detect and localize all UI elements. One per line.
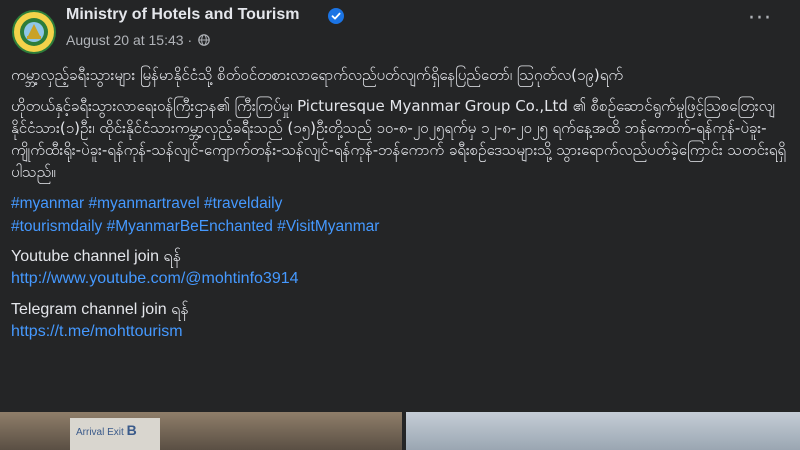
verified-badge-icon xyxy=(328,8,344,24)
post-meta: August 20 at 15:43 · xyxy=(66,32,210,48)
more-options-icon[interactable]: ··· xyxy=(740,6,780,36)
arrival-sign-letter: B xyxy=(126,422,137,438)
youtube-label: Youtube channel join ရန် xyxy=(11,248,181,265)
page-avatar[interactable] xyxy=(12,10,56,54)
photo-pagoda[interactable] xyxy=(406,412,800,450)
telegram-link[interactable]: https://t.me/mohttourism xyxy=(11,321,791,343)
post-timestamp[interactable]: August 20 at 15:43 xyxy=(66,32,184,48)
ministry-logo-icon xyxy=(15,13,53,51)
page-name-link[interactable]: Ministry of Hotels and Tourism xyxy=(66,6,300,24)
globe-icon[interactable] xyxy=(198,34,210,46)
meta-separator: · xyxy=(187,32,193,48)
hashtag-line-2[interactable]: #tourismdaily #MyanmarBeEnchanted #Visit… xyxy=(11,215,791,238)
post-headline: ကမ္ဘာ့လှည့်ခရီးသွားများ မြန်မာနိုင်ငံသို… xyxy=(11,66,624,84)
post-description: ဟိုတယ်နှင့်ခရီးသွားလာရေးဝန်ကြီးဌာန၏ ကြီး… xyxy=(11,97,786,181)
photo-airport-arrival[interactable]: Arrival Exit B xyxy=(0,412,402,450)
youtube-link[interactable]: http://www.youtube.com/@mohtinfo3914 xyxy=(11,268,791,290)
arrival-sign-text: Arrival Exit xyxy=(76,427,124,438)
arrival-sign: Arrival Exit B xyxy=(70,418,160,450)
post-body: ကမ္ဘာ့လှည့်ခရီးသွားများ မြန်မာနိုင်ငံသို… xyxy=(11,64,791,352)
post-header: Ministry of Hotels and Tourism August 20… xyxy=(0,0,800,60)
hashtag-line-1[interactable]: #myanmar #myanmartravel #traveldaily xyxy=(11,192,791,215)
photo-grid: Arrival Exit B xyxy=(0,412,800,450)
telegram-label: Telegram channel join ရန် xyxy=(11,301,189,318)
